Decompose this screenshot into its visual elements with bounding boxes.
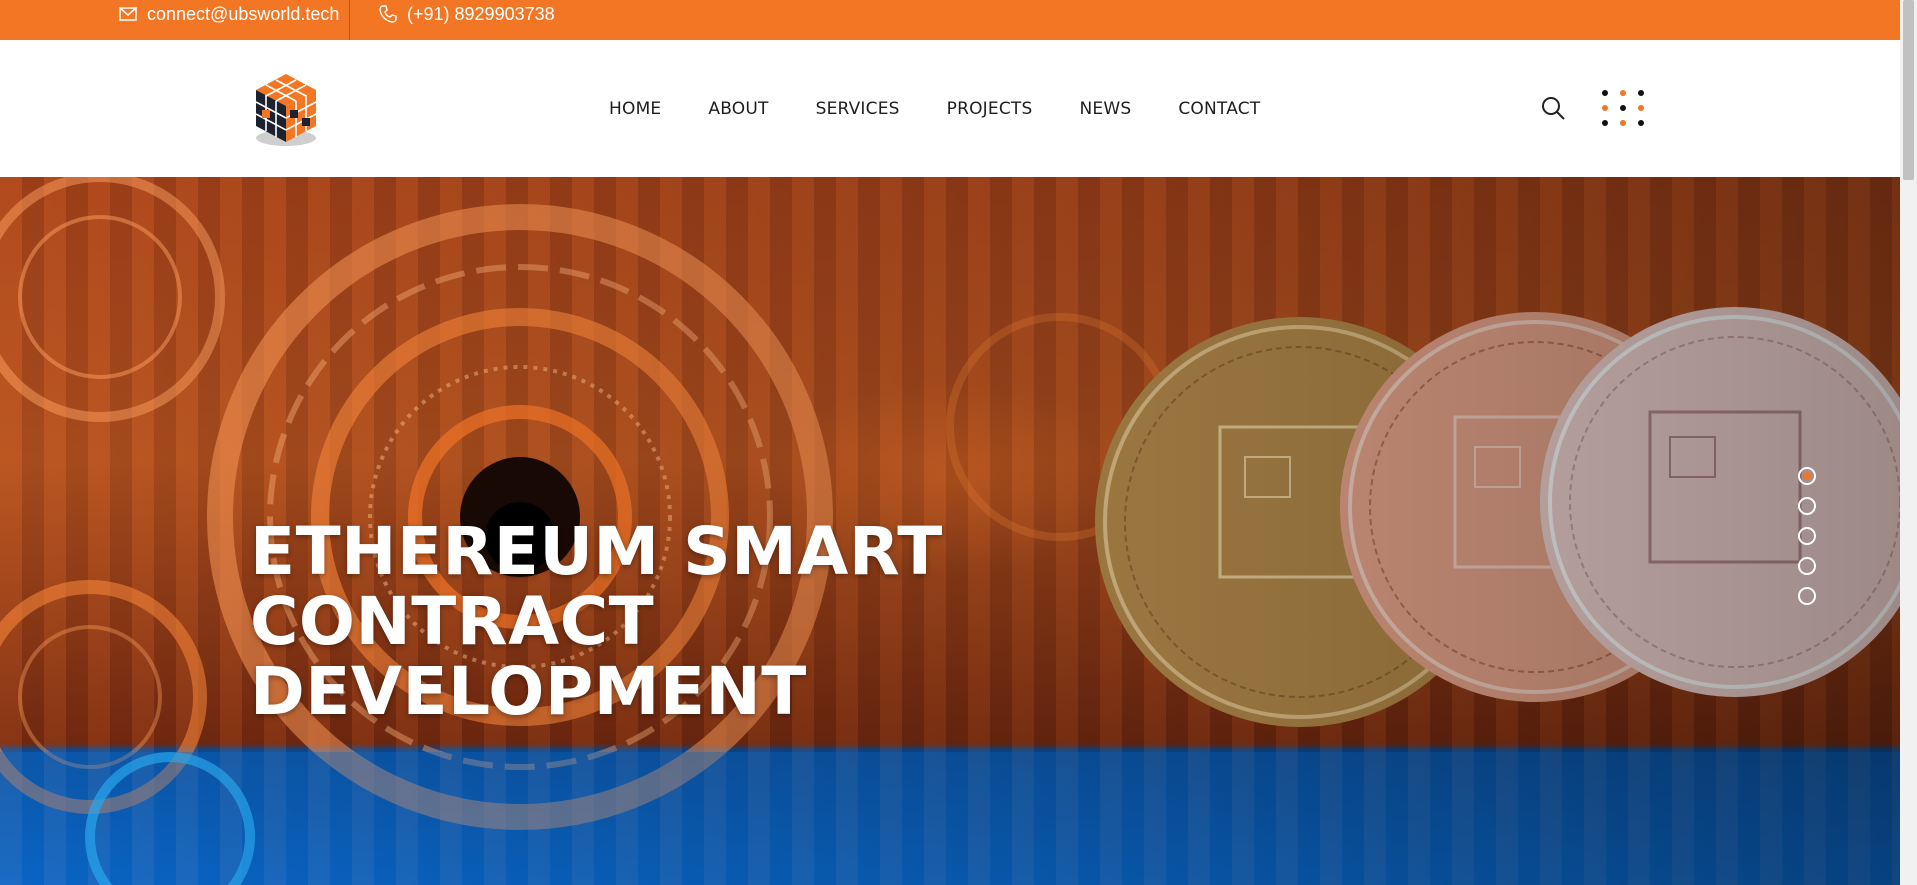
nav-projects[interactable]: PROJECTS [947, 99, 1033, 119]
nav-about[interactable]: ABOUT [708, 99, 768, 119]
main-nav: HOME ABOUT SERVICES PROJECTS NEWS CONTAC… [609, 40, 1260, 177]
scrollbar-thumb[interactable] [1903, 0, 1914, 180]
envelope-icon [119, 7, 137, 21]
slide-bullet-2[interactable] [1798, 497, 1816, 515]
cube-logo-icon [255, 74, 317, 146]
topbar-divider [349, 0, 350, 40]
page-scrollbar[interactable] [1900, 0, 1917, 885]
slider-pagination [1798, 467, 1820, 617]
slide-bullet-5[interactable] [1798, 587, 1816, 605]
nav-home[interactable]: HOME [609, 99, 661, 119]
site-logo[interactable] [250, 70, 322, 148]
slide-bullet-4[interactable] [1798, 557, 1816, 575]
nav-contact[interactable]: CONTACT [1178, 99, 1260, 119]
slide-bullet-1[interactable] [1798, 467, 1816, 485]
phone-link[interactable]: (+91) 8929903738 [378, 0, 555, 28]
phone-text: (+91) 8929903738 [407, 3, 555, 24]
phone-icon [379, 5, 397, 23]
hero-slider: ETHEREUM SMART CONTRACT DEVELOPMENT [0, 177, 1900, 885]
search-icon [1542, 97, 1565, 120]
site-header: HOME ABOUT SERVICES PROJECTS NEWS CONTAC… [0, 40, 1900, 177]
side-menu-button[interactable] [1600, 88, 1646, 130]
slide-bullet-3[interactable] [1798, 527, 1816, 545]
nav-news[interactable]: NEWS [1080, 99, 1132, 119]
top-contact-bar: connect@ubsworld.tech (+91) 8929903738 [0, 0, 1900, 40]
email-text: connect@ubsworld.tech [147, 3, 340, 24]
hero-title-line-1: ETHEREUM SMART CONTRACT [250, 513, 943, 660]
hero-title-line-2: DEVELOPMENT [250, 653, 807, 730]
email-link[interactable]: connect@ubsworld.tech [118, 0, 339, 28]
nav-services[interactable]: SERVICES [816, 99, 900, 119]
search-button[interactable] [1540, 95, 1567, 122]
hero-title: ETHEREUM SMART CONTRACT DEVELOPMENT [250, 517, 1350, 727]
